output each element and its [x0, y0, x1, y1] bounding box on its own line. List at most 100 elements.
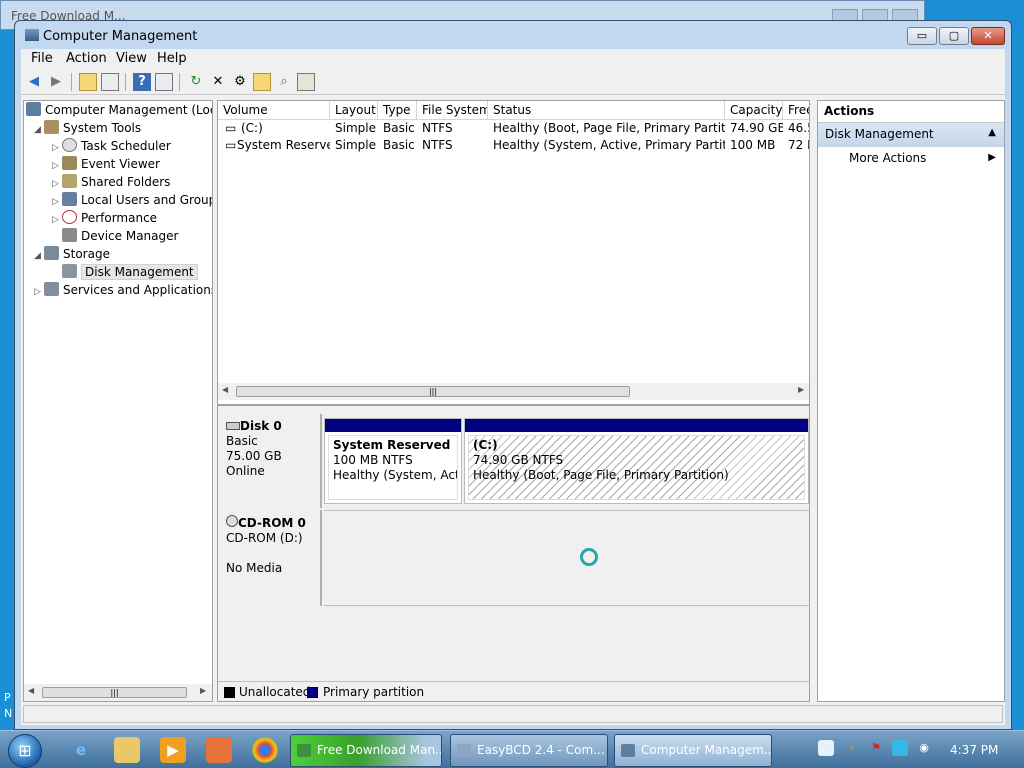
disk-graphical-view: Disk 0 Basic 75.00 GB Online System Rese…: [217, 405, 810, 702]
search-icon[interactable]: ⌕: [275, 73, 293, 91]
expand-arrow-icon[interactable]: ▷: [34, 283, 44, 301]
action-center-flag-icon[interactable]: ⚑: [868, 740, 884, 756]
tree-item-performance[interactable]: ▷ Performance: [52, 209, 157, 227]
title-bar[interactable]: Computer Management ▭ ▢ ✕: [15, 21, 1011, 49]
primary-partition-bar: [465, 419, 808, 432]
tree-item-system-tools[interactable]: ◢ System Tools: [34, 119, 141, 137]
column-header-file-system[interactable]: File System: [417, 101, 488, 120]
menu-action[interactable]: Action: [66, 51, 107, 66]
partition-status: Healthy (System, Active: [333, 468, 458, 482]
clock[interactable]: 4:37 PM: [950, 743, 998, 757]
disk0-type: Basic: [226, 434, 258, 448]
scroll-thumb[interactable]: |||: [42, 687, 187, 698]
cell-type: Basic: [383, 138, 415, 152]
tree-item-local-users[interactable]: ▷ Local Users and Groups: [52, 191, 213, 209]
start-button[interactable]: ⊞: [8, 734, 42, 768]
refresh-icon[interactable]: ↻: [187, 73, 205, 91]
tree-item-device-manager[interactable]: Device Manager: [62, 227, 178, 245]
delete-icon[interactable]: ✕: [209, 73, 227, 91]
expand-arrow-icon[interactable]: ▷: [52, 211, 62, 229]
tree-item-label: Local Users and Groups: [81, 193, 213, 207]
tray-search-icon[interactable]: ⌕: [844, 740, 860, 756]
status-bar: [23, 705, 1003, 723]
clock-icon: [62, 138, 77, 152]
tree-item-storage[interactable]: ◢ Storage: [34, 245, 110, 263]
disk0-size: 75.00 GB: [226, 449, 282, 463]
maximize-button[interactable]: ▢: [939, 27, 969, 45]
internet-explorer-icon[interactable]: e: [68, 737, 94, 763]
menu-file[interactable]: File: [31, 51, 53, 66]
cdrom0-area: [324, 510, 809, 606]
scroll-left-icon[interactable]: ◀: [28, 686, 34, 695]
scroll-thumb[interactable]: |||: [236, 386, 630, 397]
tray-display-icon[interactable]: [818, 740, 834, 756]
media-player-icon[interactable]: ▶: [160, 737, 186, 763]
partition-size: 74.90 GB NTFS: [473, 453, 564, 467]
show-hide-tree-icon[interactable]: [101, 73, 119, 91]
cdrom0-label[interactable]: CD-ROM 0 CD-ROM (D:) No Media: [218, 510, 322, 606]
tree-item-task-scheduler[interactable]: ▷ Task Scheduler: [52, 137, 171, 155]
cell-file-system: NTFS: [422, 138, 453, 152]
partition-size: 100 MB NTFS: [333, 453, 413, 467]
taskbar-button-easybcd[interactable]: EasyBCD 2.4 - Com...: [450, 734, 608, 767]
scroll-right-icon[interactable]: ▶: [200, 686, 206, 695]
help-icon[interactable]: ?: [133, 73, 151, 91]
legend: Unallocated Primary partition: [218, 681, 809, 701]
scroll-left-icon[interactable]: ◀: [222, 385, 228, 394]
taskbar-button-computer-management[interactable]: Computer Managem...: [614, 734, 772, 767]
taskbar-button-free-download-manager[interactable]: Free Download Man...: [290, 734, 442, 767]
tree-item-shared-folders[interactable]: ▷ Shared Folders: [52, 173, 170, 191]
tree-item-services-apps[interactable]: ▷ Services and Applications: [34, 281, 212, 301]
tree-horizontal-scrollbar[interactable]: ◀ ||| ▶: [24, 684, 212, 701]
partition-name: System Reserved: [333, 438, 451, 452]
more-actions-item[interactable]: More Actions ▶: [818, 149, 1004, 169]
partition-status: Healthy (Boot, Page File, Primary Partit…: [473, 468, 729, 482]
disk0-label[interactable]: Disk 0 Basic 75.00 GB Online: [218, 414, 322, 508]
actions-pane: Actions Disk Management ▲ More Actions ▶: [817, 100, 1005, 702]
volume-icon[interactable]: ◉: [916, 740, 932, 756]
collapse-arrow-icon[interactable]: ◢: [34, 247, 44, 265]
menu-help[interactable]: Help: [157, 51, 187, 66]
column-header-capacity[interactable]: Capacity: [725, 101, 783, 120]
cell-layout: Simple: [335, 138, 376, 152]
tree-item-root[interactable]: Computer Management (Local: [26, 101, 212, 119]
tree-item-disk-management[interactable]: Disk Management: [62, 263, 198, 281]
partition-c[interactable]: (C:) 74.90 GB NTFS Healthy (Boot, Page F…: [464, 418, 809, 504]
tree-item-label: Storage: [63, 247, 110, 261]
column-header-type[interactable]: Type: [378, 101, 417, 120]
users-icon: [62, 192, 77, 206]
export-icon[interactable]: [297, 73, 315, 91]
cell-capacity: 74.90 GB: [730, 121, 783, 135]
tree-item-event-viewer[interactable]: ▷ Event Viewer: [52, 155, 160, 173]
collapse-arrow-icon[interactable]: ◢: [34, 121, 44, 139]
column-header-volume[interactable]: Volume: [218, 101, 330, 120]
minimize-button[interactable]: ▭: [907, 27, 937, 45]
menu-view[interactable]: View: [116, 51, 147, 66]
properties-icon[interactable]: ⚙: [231, 73, 249, 91]
cell-volume: System Reserved: [237, 138, 330, 152]
console-tree: Computer Management (Local ◢ System Tools…: [23, 100, 213, 702]
partition-system-reserved[interactable]: System Reserved 100 MB NTFS Healthy (Sys…: [324, 418, 462, 504]
actions-section-disk-management[interactable]: Disk Management ▲: [818, 123, 1004, 147]
partition-body: System Reserved 100 MB NTFS Healthy (Sys…: [328, 435, 458, 500]
chrome-icon[interactable]: [252, 737, 278, 763]
forward-icon[interactable]: ▶: [47, 73, 65, 91]
back-icon[interactable]: ◀: [25, 73, 43, 91]
open-icon[interactable]: [253, 73, 271, 91]
scroll-right-icon[interactable]: ▶: [798, 385, 804, 394]
column-header-free[interactable]: Free: [783, 101, 809, 120]
close-button[interactable]: ✕: [971, 27, 1005, 45]
computer-icon: [26, 102, 41, 116]
paint-icon[interactable]: [206, 737, 232, 763]
collapse-up-icon[interactable]: ▲: [988, 127, 996, 138]
cdrom-icon: [226, 515, 238, 527]
cell-free: 72 M: [788, 138, 809, 152]
list-horizontal-scrollbar[interactable]: ◀ ||| ▶: [218, 383, 809, 400]
network-icon[interactable]: [892, 740, 908, 756]
file-explorer-icon[interactable]: [114, 737, 140, 763]
column-header-status[interactable]: Status: [488, 101, 725, 120]
primary-partition-bar: [325, 419, 461, 432]
column-header-layout[interactable]: Layout: [330, 101, 378, 120]
up-folder-icon[interactable]: [79, 73, 97, 91]
properties-pane-icon[interactable]: [155, 73, 173, 91]
